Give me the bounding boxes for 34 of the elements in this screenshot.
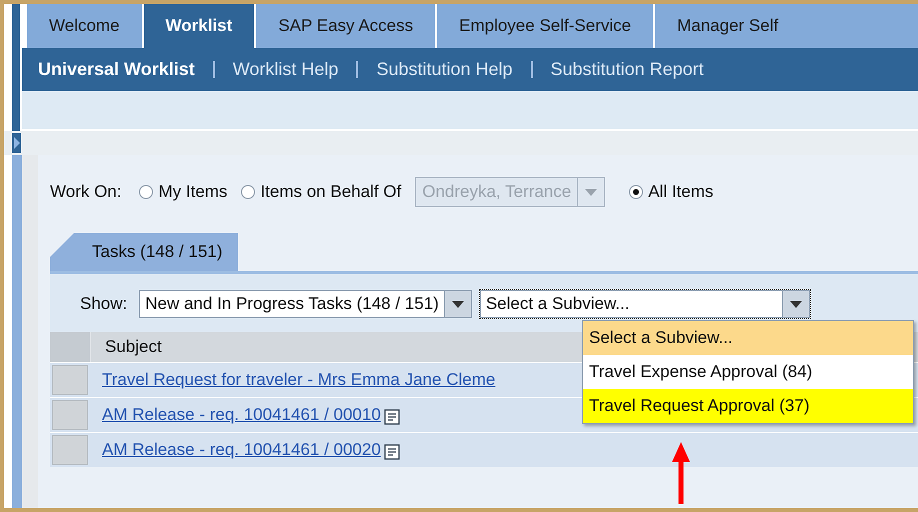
sub-nav-link[interactable]: Substitution Report: [550, 59, 704, 80]
portal-tab[interactable]: Manager Self: [655, 4, 918, 48]
radio-label: All Items: [648, 182, 714, 202]
show-label: Show:: [80, 294, 128, 314]
filter-dropdown[interactable]: New and In Progress Tasks (148 / 151): [139, 290, 472, 318]
dropdown-option[interactable]: Select a Subview...: [583, 321, 913, 355]
annotation-arrow: [671, 442, 691, 504]
caret-icon: [452, 300, 464, 308]
radio-button[interactable]: [139, 185, 154, 199]
expand-icon[interactable]: [12, 133, 21, 153]
radio-button[interactable]: [241, 185, 256, 199]
note-icon[interactable]: [384, 409, 400, 425]
portal-tab[interactable]: Employee Self-Service: [437, 4, 656, 48]
dropdown-option[interactable]: Travel Expense Approval (84): [583, 355, 913, 389]
portal-tab[interactable]: Worklist: [144, 4, 256, 48]
task-link[interactable]: Travel Request for traveler - Mrs Emma Jane Cleme: [102, 370, 496, 390]
column-header[interactable]: Subject: [91, 332, 162, 362]
task-link[interactable]: AM Release - req. 10041461 / 00010: [102, 405, 381, 425]
subview-dropdown[interactable]: Select a Subview...: [480, 290, 810, 318]
radio-label: Items on Behalf Of: [260, 182, 402, 202]
note-icon[interactable]: [384, 444, 400, 460]
task-link[interactable]: AM Release - req. 10041461 / 00020: [102, 440, 381, 460]
caret-icon: [585, 188, 598, 196]
tasks-tab[interactable]: Tasks (148 / 151): [50, 233, 238, 271]
sub-nav-link[interactable]: Worklist Help: [232, 59, 338, 80]
sub-nav-link[interactable]: Substitution Help: [376, 59, 513, 80]
portal-tab[interactable]: Welcome: [27, 4, 144, 48]
radio-button[interactable]: [629, 185, 644, 199]
radio-label: My Items: [158, 182, 228, 202]
caret-icon: [790, 300, 802, 308]
sub-nav-link[interactable]: Universal Worklist: [38, 59, 195, 80]
work-on-label: Work On:: [50, 182, 122, 202]
portal-tab[interactable]: SAP Easy Access: [256, 4, 438, 48]
dropdown-option[interactable]: Travel Request Approval (37): [583, 389, 913, 423]
